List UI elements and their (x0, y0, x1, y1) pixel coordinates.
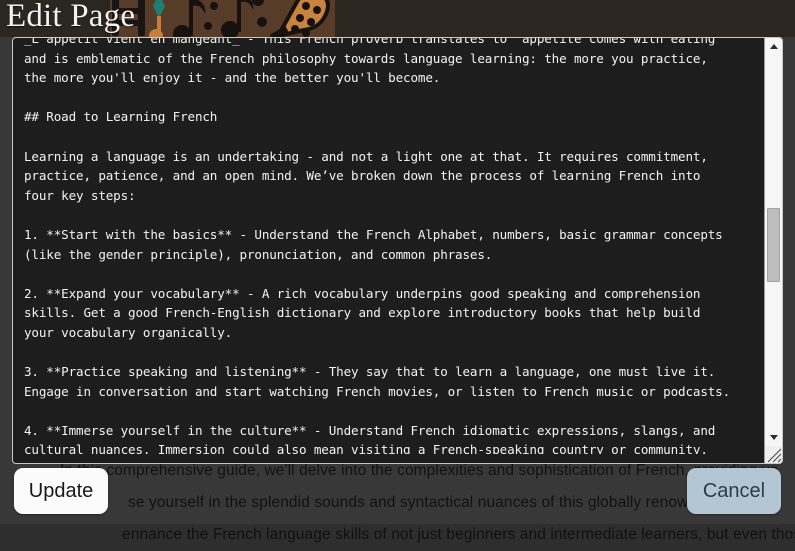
page-content-editor[interactable]: _L'appetit vient en mangeant_ - This Fre… (12, 37, 783, 464)
musical-notes-decoration-icon (110, 0, 335, 37)
backdrop-article-text: In this comprehensive guide, we'll delve… (0, 455, 795, 551)
resize-grip-icon[interactable] (765, 446, 782, 463)
backdrop-line-2: se yourself in the splendid sounds and s… (128, 494, 711, 511)
page-title: Edit Page (6, 0, 136, 34)
editor-textarea[interactable]: _L'appetit vient en mangeant_ - This Fre… (13, 38, 764, 454)
scroll-up-arrow-icon[interactable] (765, 38, 782, 55)
cancel-button[interactable]: Cancel (687, 468, 781, 514)
scroll-down-arrow-icon[interactable] (765, 429, 782, 446)
page-header: Edit Page (0, 0, 795, 37)
editor-scrollbar[interactable] (764, 38, 782, 463)
update-button[interactable]: Update (14, 468, 108, 514)
scrollbar-thumb[interactable] (767, 208, 780, 282)
